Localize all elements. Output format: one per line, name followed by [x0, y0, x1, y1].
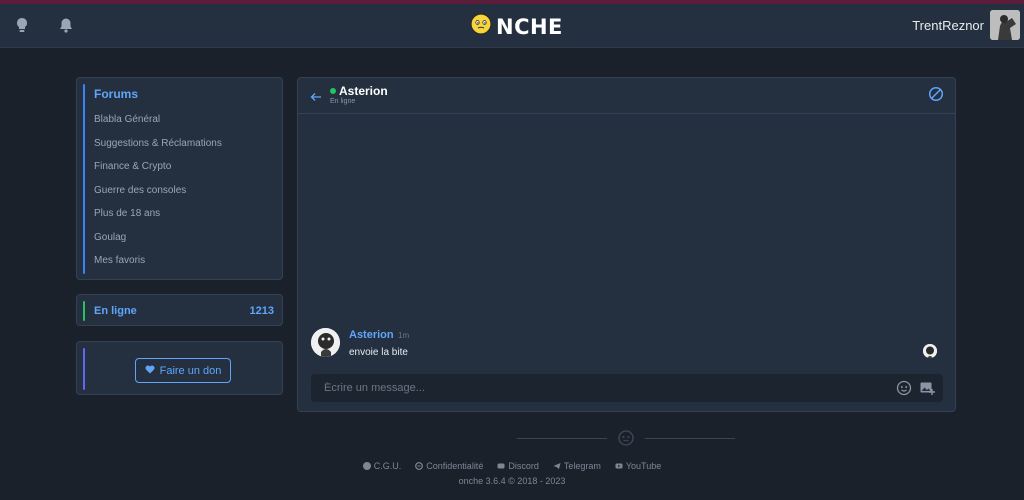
- online-label: En ligne: [94, 305, 137, 317]
- chat-panel: Asterion En ligne Asterion 1m envoie la …: [297, 77, 956, 412]
- online-panel[interactable]: En ligne 1213: [76, 294, 283, 326]
- message-author[interactable]: Asterion: [349, 329, 394, 341]
- forums-title[interactable]: Forums: [94, 87, 138, 101]
- bell-icon[interactable]: [56, 15, 76, 35]
- username[interactable]: TrentReznor: [912, 18, 984, 33]
- donate-panel: Faire un don: [76, 341, 283, 395]
- logo-text: NCHE: [496, 14, 563, 39]
- footer-link-privacy-label: Confidentialité: [426, 461, 484, 471]
- footer-link-discord-label: Discord: [508, 461, 539, 471]
- footer-link-youtube[interactable]: YouTube: [615, 461, 661, 471]
- forum-item-goulag[interactable]: Goulag: [94, 232, 222, 256]
- discord-icon: [497, 463, 505, 469]
- chat-header: Asterion En ligne: [298, 78, 955, 114]
- user-avatar[interactable]: [990, 10, 1020, 40]
- forum-item-suggestions[interactable]: Suggestions & Réclamations: [94, 138, 222, 162]
- message-composer: [311, 374, 943, 402]
- message-time: 1m: [398, 331, 410, 340]
- message-author-avatar[interactable]: [311, 328, 340, 357]
- lightbulb-icon[interactable]: [12, 15, 32, 35]
- donate-label: Faire un don: [159, 364, 222, 377]
- donate-button[interactable]: Faire un don: [135, 358, 231, 383]
- emoji-icon[interactable]: [896, 380, 912, 401]
- footer-smiley-icon: [617, 430, 635, 451]
- add-image-icon[interactable]: [919, 380, 935, 401]
- info-icon: [362, 462, 371, 470]
- online-status-dot: [330, 88, 336, 94]
- seen-by-avatar: [923, 344, 937, 358]
- footer-link-cgu-label: C.G.U.: [373, 461, 402, 471]
- chat-peer-name[interactable]: Asterion: [339, 84, 388, 98]
- footer-link-telegram-label: Telegram: [563, 461, 601, 471]
- forums-panel: Forums Blabla Général Suggestions & Récl…: [76, 77, 283, 280]
- footer-links: C.G.U. Confidentialité Discord Telegram …: [0, 461, 1024, 471]
- footer-copyright: onche 3.6.4 © 2018 - 2023: [458, 476, 566, 486]
- footer-divider-left: [517, 438, 607, 439]
- smiley-logo-icon: [470, 13, 492, 40]
- chat-peer-status: En ligne: [330, 98, 356, 105]
- footer-link-telegram[interactable]: Telegram: [553, 461, 601, 471]
- footer-link-privacy[interactable]: Confidentialité: [415, 461, 483, 471]
- message-text: envoie la bite: [349, 347, 408, 358]
- forum-item-favoris[interactable]: Mes favoris: [94, 255, 222, 279]
- footer-link-cgu[interactable]: C.G.U.: [362, 461, 402, 471]
- top-navbar: NCHE TrentReznor: [0, 4, 1024, 48]
- back-arrow-icon[interactable]: [310, 89, 322, 107]
- footer-divider-right: [645, 438, 735, 439]
- online-accent-bar: [83, 301, 85, 321]
- user-menu[interactable]: TrentReznor: [912, 10, 1020, 40]
- message-input[interactable]: [312, 375, 882, 401]
- forum-item-blabla-general[interactable]: Blabla Général: [94, 114, 222, 138]
- telegram-icon: [553, 463, 561, 469]
- heart-icon: [145, 365, 155, 377]
- forums-accent-bar: [83, 84, 85, 274]
- privacy-icon: [415, 462, 424, 470]
- donate-accent-bar: [83, 348, 85, 390]
- forums-list: Blabla Général Suggestions & Réclamation…: [94, 114, 222, 279]
- block-user-icon[interactable]: [928, 86, 944, 107]
- site-logo[interactable]: NCHE: [470, 13, 563, 40]
- online-count: 1213: [249, 305, 274, 317]
- forum-item-plus-18[interactable]: Plus de 18 ans: [94, 208, 222, 232]
- footer-link-discord[interactable]: Discord: [497, 461, 539, 471]
- footer-link-youtube-label: YouTube: [625, 461, 662, 471]
- forum-item-guerre-consoles[interactable]: Guerre des consoles: [94, 185, 222, 209]
- forum-item-finance-crypto[interactable]: Finance & Crypto: [94, 161, 222, 185]
- youtube-icon: [615, 463, 623, 469]
